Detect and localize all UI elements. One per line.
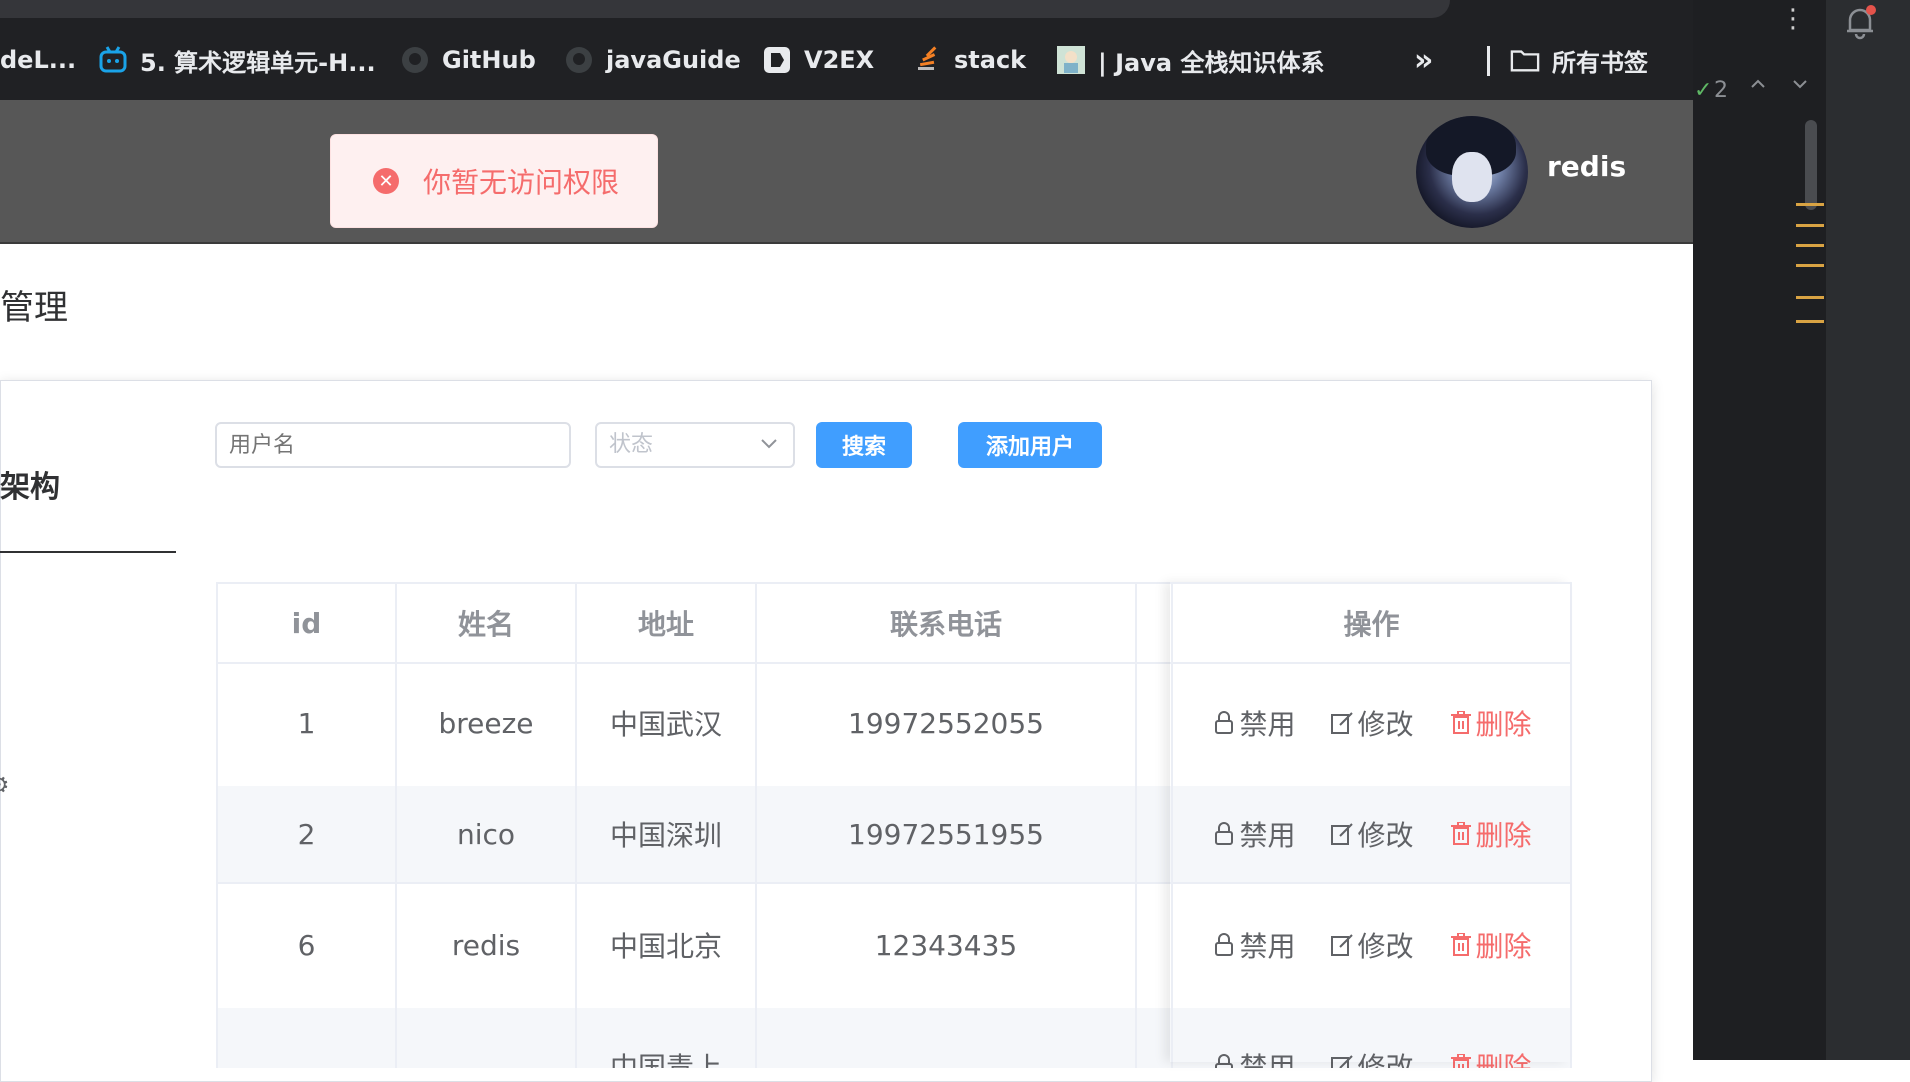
cell-address: 中国深圳 xyxy=(577,786,757,882)
add-user-button[interactable]: 添加用户 xyxy=(958,422,1102,468)
bookmark-label: 5. 算术逻辑单元-H... xyxy=(140,48,376,77)
ide-marker xyxy=(1796,224,1824,227)
fixed-actions-column-shadow xyxy=(1170,582,1570,1062)
bookmark-item[interactable]: V2EX xyxy=(762,40,874,80)
cell-name: nico xyxy=(397,786,577,882)
cell-phone: 12343435 xyxy=(757,882,1137,1008)
bookmark-item[interactable]: 5. 算术逻辑单元-H... xyxy=(98,40,376,80)
bookmark-item[interactable]: deL... xyxy=(0,40,76,80)
cell-id: 6 xyxy=(218,882,397,1008)
status-placeholder: 状态 xyxy=(609,432,654,457)
bookmark-item[interactable]: stack xyxy=(912,40,1026,80)
bookmark-item[interactable]: | Java 全栈知识体系 xyxy=(1056,40,1324,80)
header-id: id xyxy=(218,584,397,662)
chevron-up-icon[interactable] xyxy=(1748,74,1768,100)
notification-bell-icon[interactable] xyxy=(1840,2,1880,48)
chevron-double-right-icon: » xyxy=(1414,42,1434,78)
header-address: 地址 xyxy=(577,584,757,662)
ide-check-count: 2 xyxy=(1714,78,1728,103)
bookmarks-overflow-button[interactable]: » xyxy=(1414,40,1433,80)
ide-marker xyxy=(1796,320,1824,323)
error-icon: ✕ xyxy=(373,168,399,194)
gear-icon[interactable]: ⚙ xyxy=(0,772,14,798)
bookmark-label: V2EX xyxy=(804,46,875,74)
bookmark-label: | Java 全栈知识体系 xyxy=(1098,48,1325,77)
avatar[interactable] xyxy=(1416,116,1528,228)
ide-marker xyxy=(1796,244,1824,247)
more-menu-icon[interactable]: ⋮ xyxy=(1780,6,1806,32)
github-icon xyxy=(400,45,430,75)
sidebar-title: 架构 xyxy=(0,470,60,505)
cell-phone: 19972551955 xyxy=(757,786,1137,882)
bookmark-label: GitHub xyxy=(442,46,536,74)
cell-hidden xyxy=(1137,1008,1173,1068)
toast-message: 你暂无访问权限 xyxy=(423,166,620,199)
bookmark-item[interactable]: javaGuide xyxy=(564,40,741,80)
bookmarks-separator xyxy=(1487,46,1490,76)
v2ex-icon xyxy=(762,45,792,75)
check-icon: ✓ xyxy=(1694,78,1713,103)
search-button[interactable]: 搜索 xyxy=(816,422,912,468)
stackoverflow-icon xyxy=(912,45,942,75)
ide-scrollbar[interactable] xyxy=(1805,120,1817,210)
ide-side-panel xyxy=(1826,0,1910,1060)
cell-hidden xyxy=(1137,882,1173,1008)
cell-name: breeze xyxy=(397,660,577,786)
bookmarks-bar: deL... 5. 算术逻辑单元-H... GitHub javaGuide V… xyxy=(0,20,1693,100)
cell-address: 中国武汉 xyxy=(577,660,757,786)
header-phone: 联系电话 xyxy=(757,584,1137,662)
cell-address: 中国北京 xyxy=(577,882,757,1008)
cell-id xyxy=(218,1008,397,1068)
bookmark-label: 所有书签 xyxy=(1552,48,1648,77)
bookmark-item[interactable]: GitHub xyxy=(400,40,536,80)
ide-marker xyxy=(1796,203,1824,206)
cell-id: 2 xyxy=(218,786,397,882)
bookmark-label: deL... xyxy=(0,46,77,74)
cell-name xyxy=(397,1008,577,1068)
bookmark-label: javaGuide xyxy=(606,46,741,74)
cell-hidden xyxy=(1137,786,1173,882)
folder-icon xyxy=(1510,45,1540,75)
all-bookmarks-button[interactable]: 所有书签 xyxy=(1510,40,1648,80)
username[interactable]: redis xyxy=(1547,150,1626,183)
chevron-down-icon[interactable] xyxy=(1790,74,1810,100)
status-select[interactable]: 状态 xyxy=(595,422,795,468)
sidebar-divider xyxy=(0,551,176,553)
header-hidden xyxy=(1137,584,1173,662)
error-toast: ✕ 你暂无访问权限 xyxy=(330,134,658,228)
ide-marker xyxy=(1796,296,1824,299)
cell-phone xyxy=(757,1008,1137,1068)
cell-phone: 19972552055 xyxy=(757,660,1137,786)
address-bar[interactable] xyxy=(0,0,1450,18)
chevron-down-icon xyxy=(761,439,777,449)
cell-hidden xyxy=(1137,660,1173,786)
cell-name: redis xyxy=(397,882,577,1008)
avatar-face xyxy=(1452,152,1492,202)
java-icon xyxy=(1056,45,1086,75)
bilibili-icon xyxy=(98,45,128,75)
page-title: 管理 xyxy=(0,288,68,328)
bookmark-label: stack xyxy=(954,46,1027,74)
header-name: 姓名 xyxy=(397,584,577,662)
ide-marker xyxy=(1796,264,1824,267)
cell-id: 1 xyxy=(218,660,397,786)
github-icon xyxy=(564,45,594,75)
username-search-input[interactable] xyxy=(215,422,571,468)
cell-address: 中国青上 xyxy=(577,1008,757,1068)
